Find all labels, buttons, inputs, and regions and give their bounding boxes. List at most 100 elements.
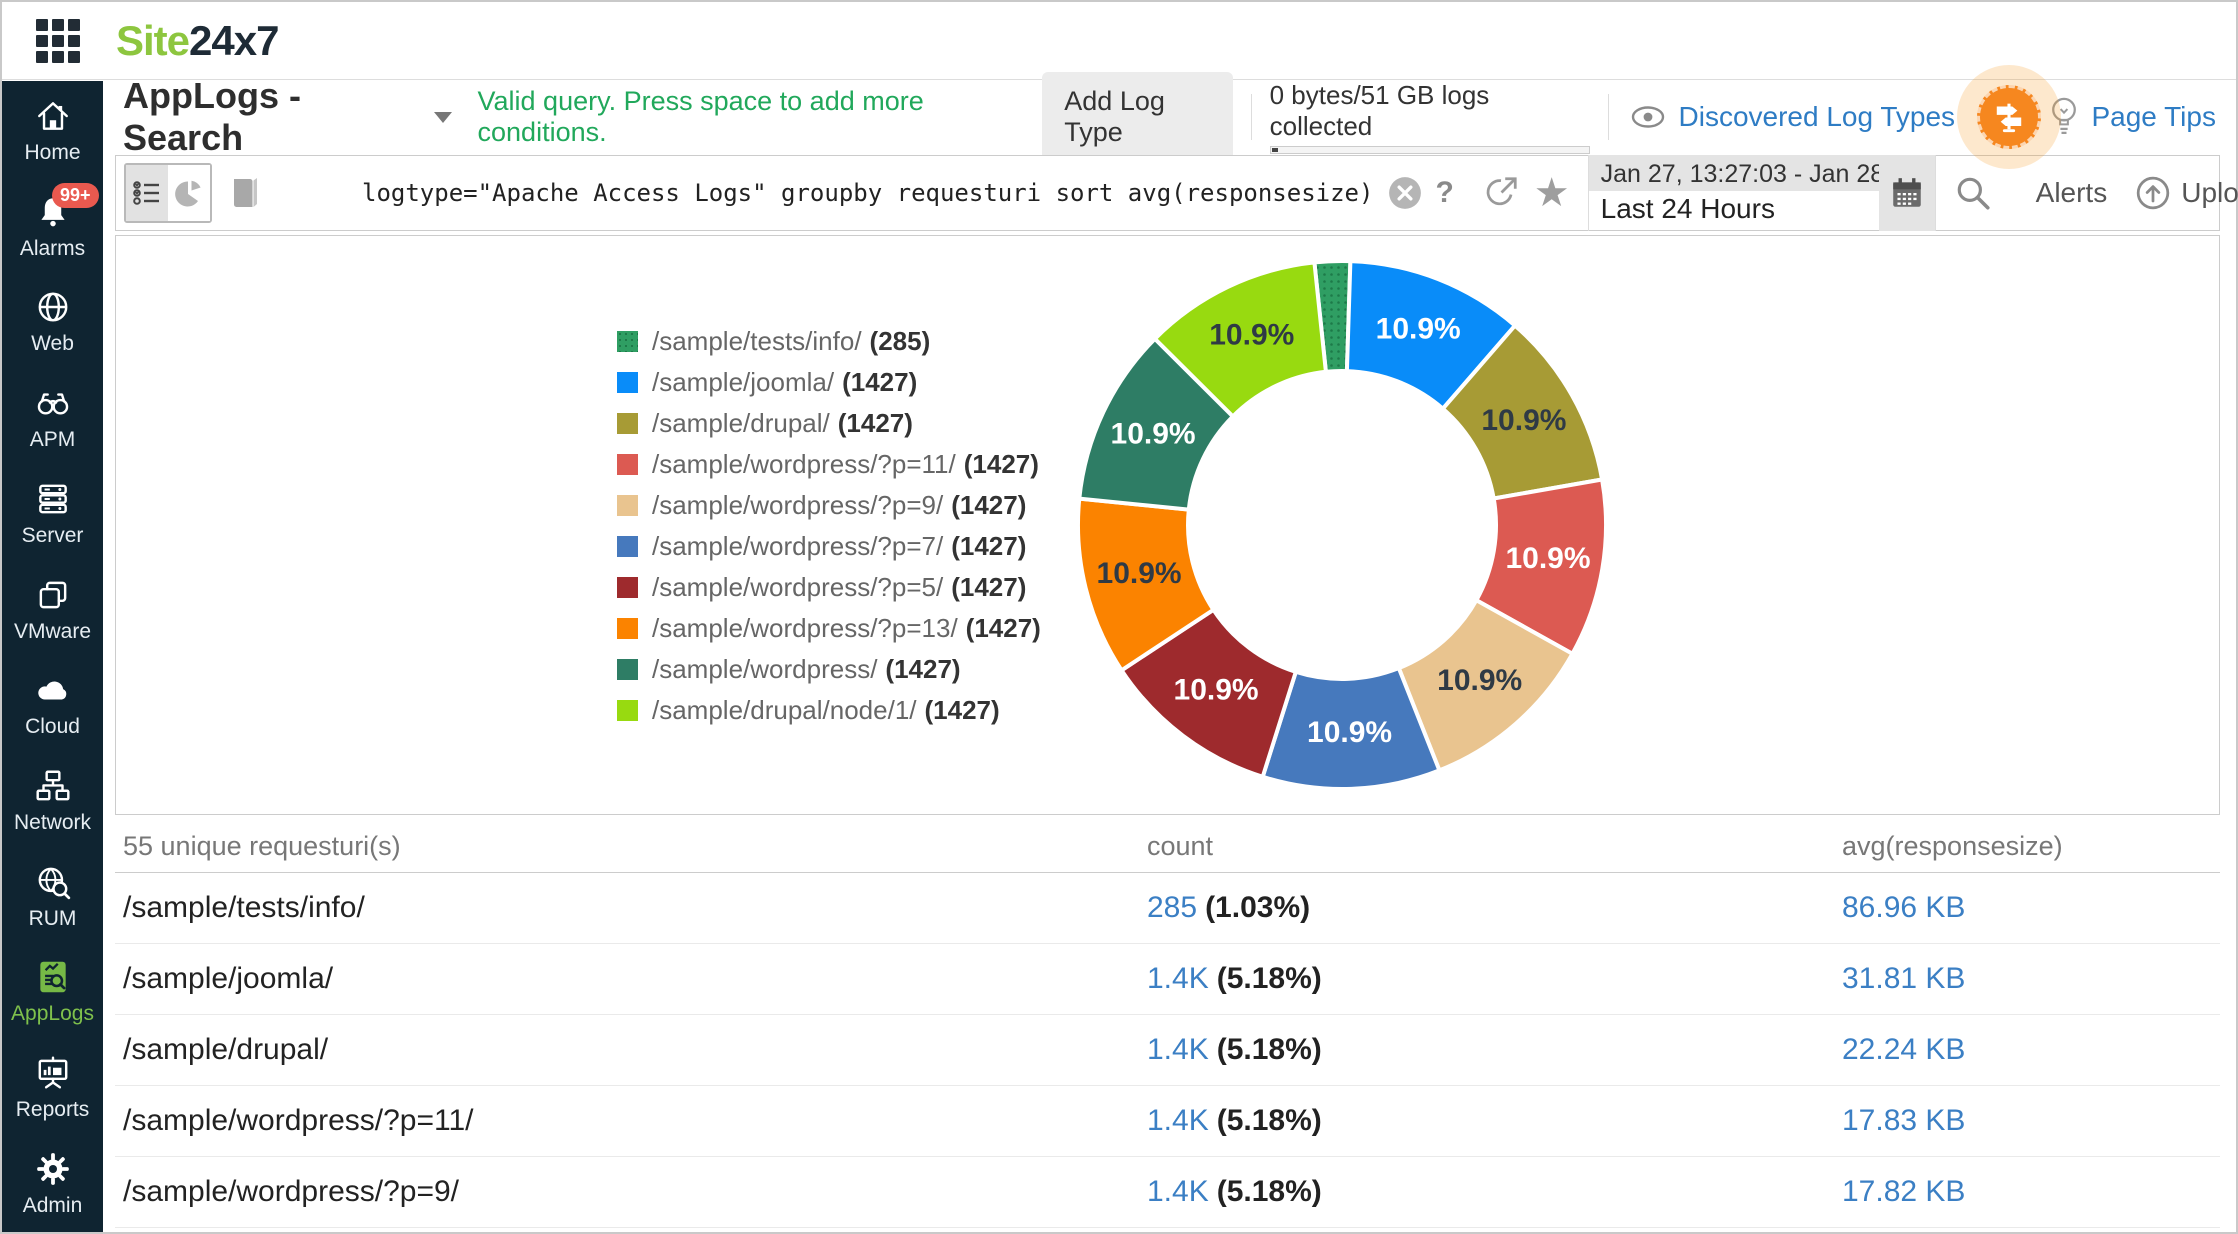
title-row: AppLogs - Search Valid query. Press spac… [103, 65, 2236, 169]
legend-item[interactable]: /sample/joomla/(1427) [617, 366, 1041, 397]
sidebar-item-server[interactable]: Server [2, 480, 103, 548]
legend-count: (1427) [951, 571, 1027, 602]
page-tips-link[interactable]: Page Tips [2047, 94, 2216, 140]
count-value-link[interactable]: 285 [1147, 891, 1197, 924]
count-value-link[interactable]: 1.4K [1147, 962, 1209, 995]
slice-percent-label: 10.9% [1111, 418, 1196, 451]
share-query-button[interactable] [1482, 174, 1520, 212]
upload-button[interactable]: Upload [2135, 175, 2238, 211]
sidebar-item-alarms[interactable]: Alarms 99+ [2, 182, 103, 261]
count-value-link[interactable]: 1.4K [1147, 1175, 1209, 1208]
saved-query-button[interactable] [226, 173, 262, 213]
divider [1607, 94, 1609, 140]
sidebar-item-vmware[interactable]: VMware [2, 576, 103, 644]
query-input[interactable]: logtype="Apache Access Logs" groupby req… [362, 179, 1373, 207]
cell-requesturi: /sample/wordpress/?p=9/ [123, 1175, 460, 1208]
legend-swatch [617, 617, 638, 639]
legend-item[interactable]: /sample/wordpress/?p=13/(1427) [617, 613, 1041, 643]
count-percent: (5.18%) [1216, 962, 1322, 995]
legend-item[interactable]: /sample/wordpress/?p=7/(1427) [617, 530, 1041, 561]
upload-icon [2137, 176, 2170, 210]
table-row: /sample/tests/info/285 (1.03%) 86.96 KB [115, 873, 2220, 944]
legend-item[interactable]: /sample/wordpress/?p=9/(1427) [617, 489, 1041, 520]
log-quota: 0 bytes/51 GB logs collected [1269, 80, 1590, 154]
sidebar-item-home[interactable]: Home [2, 97, 103, 165]
add-log-type-button[interactable]: Add Log Type [1042, 72, 1233, 162]
cell-count: 1.4K (5.18%) [1147, 1175, 1842, 1209]
calendar-button[interactable] [1878, 155, 1935, 231]
legend-count: (1427) [951, 489, 1027, 520]
sidebar-item-applogs[interactable]: AppLogs [2, 958, 103, 1026]
vmware-icon [34, 576, 72, 614]
legend-label: /sample/wordpress/?p=7/ [652, 530, 944, 561]
close-icon [1389, 177, 1422, 209]
legend-item[interactable]: /sample/drupal/node/1/(1427) [617, 695, 1041, 725]
quota-progress-bar [1269, 146, 1590, 154]
result-table: 55 unique requesturi(s) count avg(respon… [115, 821, 2220, 1232]
clear-query-button[interactable] [1387, 175, 1423, 211]
sidebar-item-label: APM [29, 428, 76, 452]
share-icon [1486, 177, 1517, 206]
cell-avg-responsesize[interactable]: 86.96 KB [1842, 891, 2220, 925]
alerts-button[interactable]: Alerts [2036, 177, 2108, 209]
slice-percent-label: 10.9% [1209, 318, 1294, 351]
sidebar-item-network[interactable]: Network [2, 767, 103, 835]
favorite-star-icon[interactable]: ★ [1534, 173, 1570, 213]
app-window: Site24x7 Home Alarms 99+ Web APM Server VMware… [0, 0, 2238, 1234]
legend-swatch [617, 371, 638, 393]
sidebar-item-apm[interactable]: APM [2, 384, 103, 452]
search-icon [1957, 177, 1990, 210]
sidebar-item-label: Admin [22, 1193, 83, 1217]
sidebar-item-cloud[interactable]: Cloud [2, 671, 103, 739]
slice-percent-label: 10.9% [1376, 312, 1461, 345]
chart-legend: /sample/tests/info/(285) /sample/joomla/(… [617, 326, 1041, 738]
sidebar-item-reports[interactable]: Reports [2, 1054, 103, 1122]
legend-swatch [617, 494, 638, 516]
legend-label: /sample/drupal/ [652, 407, 830, 438]
cell-count: 1.4K (5.18%) [1147, 1033, 1842, 1067]
legend-item[interactable]: /sample/wordpress/(1427) [617, 654, 1041, 684]
sidebar-item-label: Network [13, 811, 92, 835]
slice-percent-label: 10.9% [1481, 404, 1566, 437]
count-value-link[interactable]: 1.4K [1147, 1033, 1209, 1066]
time-range-value: Jan 27, 13:27:03 - Jan 28, 1... [1588, 155, 1879, 191]
site24x7-logo[interactable]: Site24x7 [116, 17, 279, 65]
legend-item[interactable]: /sample/drupal/(1427) [617, 407, 1041, 438]
cell-avg-responsesize[interactable]: 22.24 KB [1842, 1033, 2220, 1067]
cloud-icon [34, 671, 72, 709]
sidebar-item-web[interactable]: Web [2, 288, 103, 356]
cell-avg-responsesize[interactable]: 17.83 KB [1842, 1104, 2220, 1138]
sidebar-item-admin[interactable]: Admin [2, 1150, 103, 1218]
signpost-button[interactable] [1977, 85, 2042, 149]
donut-chart[interactable]: 10.9% 10.9% 10.9% 10.9% 10.9% 10.9% 10.9% 10.9%… [1062, 236, 1622, 814]
legend-item[interactable]: /sample/wordpress/?p=11/(1427) [617, 448, 1041, 479]
count-value-link[interactable]: 1.4K [1147, 1104, 1209, 1137]
search-button[interactable] [1954, 174, 1992, 212]
cell-avg-responsesize[interactable]: 17.82 KB [1842, 1175, 2220, 1209]
legend-item[interactable]: /sample/wordpress/?p=5/(1427) [617, 571, 1041, 602]
sidebar-item-rum[interactable]: RUM [2, 863, 103, 931]
time-range-picker[interactable]: Jan 27, 13:27:03 - Jan 28, 1... Last 24 … [1587, 155, 1936, 231]
cell-avg-responsesize[interactable]: 31.81 KB [1842, 962, 2220, 996]
reports-icon [34, 1054, 72, 1092]
legend-count: (1427) [963, 448, 1039, 479]
legend-item[interactable]: /sample/tests/info/(285) [617, 326, 1041, 356]
table-row: /sample/drupal/1.4K (5.18%) 22.24 KB [115, 1015, 2220, 1086]
slice-percent-label: 10.9% [1505, 542, 1590, 575]
upload-label: Upload [2181, 177, 2238, 208]
time-range-text: Jan 27, 13:27:03 - Jan 28, 1... Last 24 … [1588, 155, 1879, 231]
chart-view-button[interactable] [168, 165, 210, 221]
list-view-button[interactable] [126, 165, 168, 221]
column-header-count: count [1147, 831, 1214, 861]
legend-count: (1427) [842, 366, 918, 397]
sidebar-item-label: Alarms [19, 236, 86, 260]
sidebar-item-label: RUM [28, 906, 77, 930]
discovered-log-types-link[interactable]: Discovered Log Types [1627, 101, 1955, 133]
chevron-down-icon[interactable] [433, 111, 452, 123]
binoculars-icon [34, 384, 72, 422]
legend-swatch [617, 535, 638, 557]
query-help-button[interactable]: ? [1435, 176, 1453, 210]
legend-label: /sample/wordpress/?p=11/ [652, 448, 956, 479]
book-icon [234, 178, 257, 207]
app-launcher-icon[interactable] [36, 18, 80, 63]
